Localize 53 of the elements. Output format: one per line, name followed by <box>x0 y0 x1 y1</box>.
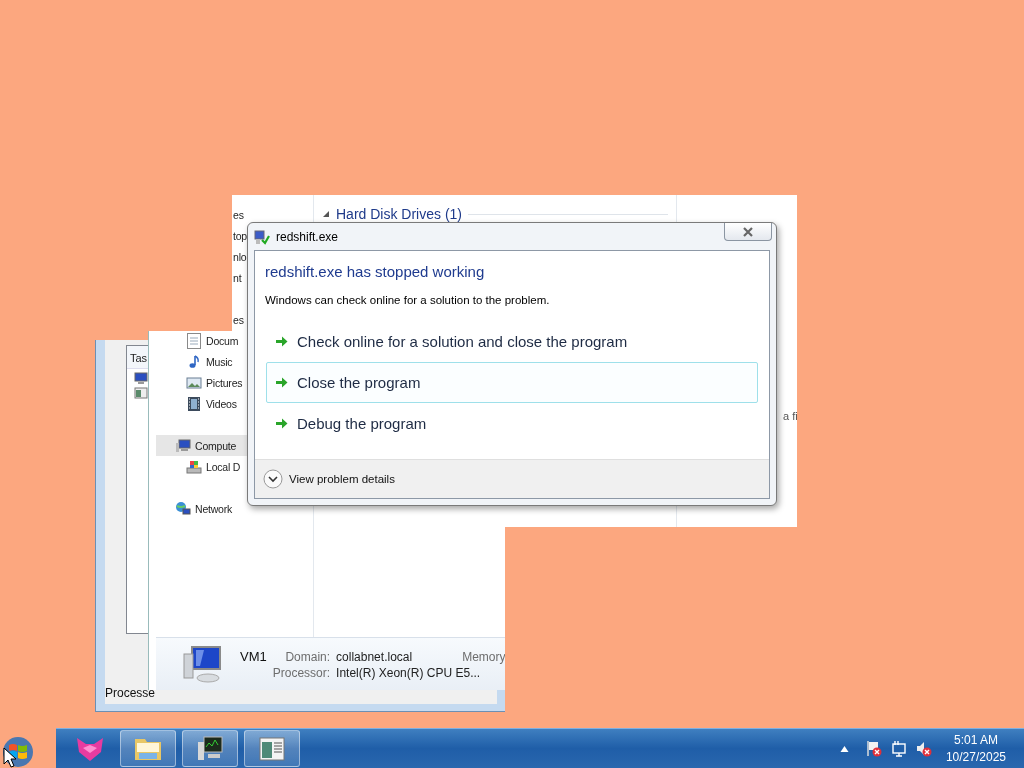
network-icon <box>175 500 191 517</box>
window-title: redshift.exe <box>276 229 339 244</box>
close-button[interactable] <box>724 223 772 241</box>
status-text: Processe <box>105 686 157 702</box>
network-icon[interactable] <box>889 740 907 757</box>
flag-error-icon[interactable] <box>864 740 882 757</box>
monitor-icon <box>134 372 148 384</box>
group-header[interactable]: Hard Disk Drives (1) <box>336 206 462 222</box>
nav-item[interactable]: es <box>233 313 244 326</box>
command-link[interactable]: Debug the program <box>266 403 758 444</box>
domain-label: Domain: <box>284 649 331 664</box>
chevron-down-icon <box>263 469 283 489</box>
window-icon <box>134 387 148 399</box>
nav-item[interactable]: Pictures <box>206 376 243 389</box>
command-link[interactable]: Check online for a solution and close the program <box>266 321 758 362</box>
dialog-message: Windows can check online for a solution to the problem. <box>265 294 551 306</box>
dialog-heading: redshift.exe has stopped working <box>265 263 486 280</box>
speaker-muted-icon[interactable] <box>914 740 932 757</box>
nav-item[interactable]: Compute <box>195 439 237 452</box>
nav-item[interactable]: Videos <box>206 397 237 410</box>
computer-icon <box>175 437 191 454</box>
nav-item[interactable]: Music <box>206 355 233 368</box>
show-hidden-icons-button[interactable] <box>839 744 849 753</box>
nav-item[interactable]: Docum <box>206 334 239 347</box>
arrow-icon <box>275 335 288 348</box>
processor-label: Processor: <box>272 665 331 680</box>
nav-item[interactable]: Network <box>195 502 233 515</box>
document-icon <box>186 332 202 349</box>
close-icon <box>741 225 755 238</box>
film-icon <box>186 395 202 412</box>
details-toggle[interactable]: View problem details <box>263 469 395 489</box>
taskbar-button[interactable] <box>182 730 238 767</box>
arrow-icon <box>275 417 288 430</box>
computer-name: VM1 <box>240 648 267 664</box>
nav-item[interactable]: nlo <box>233 250 247 263</box>
domain-value: collabnet.local <box>336 649 413 664</box>
memory-label: Memory <box>462 649 506 664</box>
app-icon <box>254 228 270 245</box>
clock[interactable]: 5:01 AM 10/27/2025 <box>945 731 1006 766</box>
computer-icon <box>182 644 224 684</box>
nav-item[interactable]: es <box>233 208 244 221</box>
nav-item[interactable]: nt <box>233 271 242 284</box>
music-note-icon <box>186 353 202 370</box>
arrow-icon <box>275 376 288 389</box>
processor-value: Intel(R) Xeon(R) CPU E5... <box>336 665 482 680</box>
expand-triangle-icon[interactable] <box>322 210 330 218</box>
picture-icon <box>186 374 202 391</box>
nav-item[interactable]: Local D <box>206 460 241 473</box>
drive-icon <box>186 458 202 475</box>
nav-item[interactable]: top <box>233 229 247 242</box>
mouse-cursor-icon <box>3 747 16 768</box>
details-pane-text: a fi <box>783 410 798 422</box>
command-link[interactable]: Close the program <box>266 362 758 403</box>
